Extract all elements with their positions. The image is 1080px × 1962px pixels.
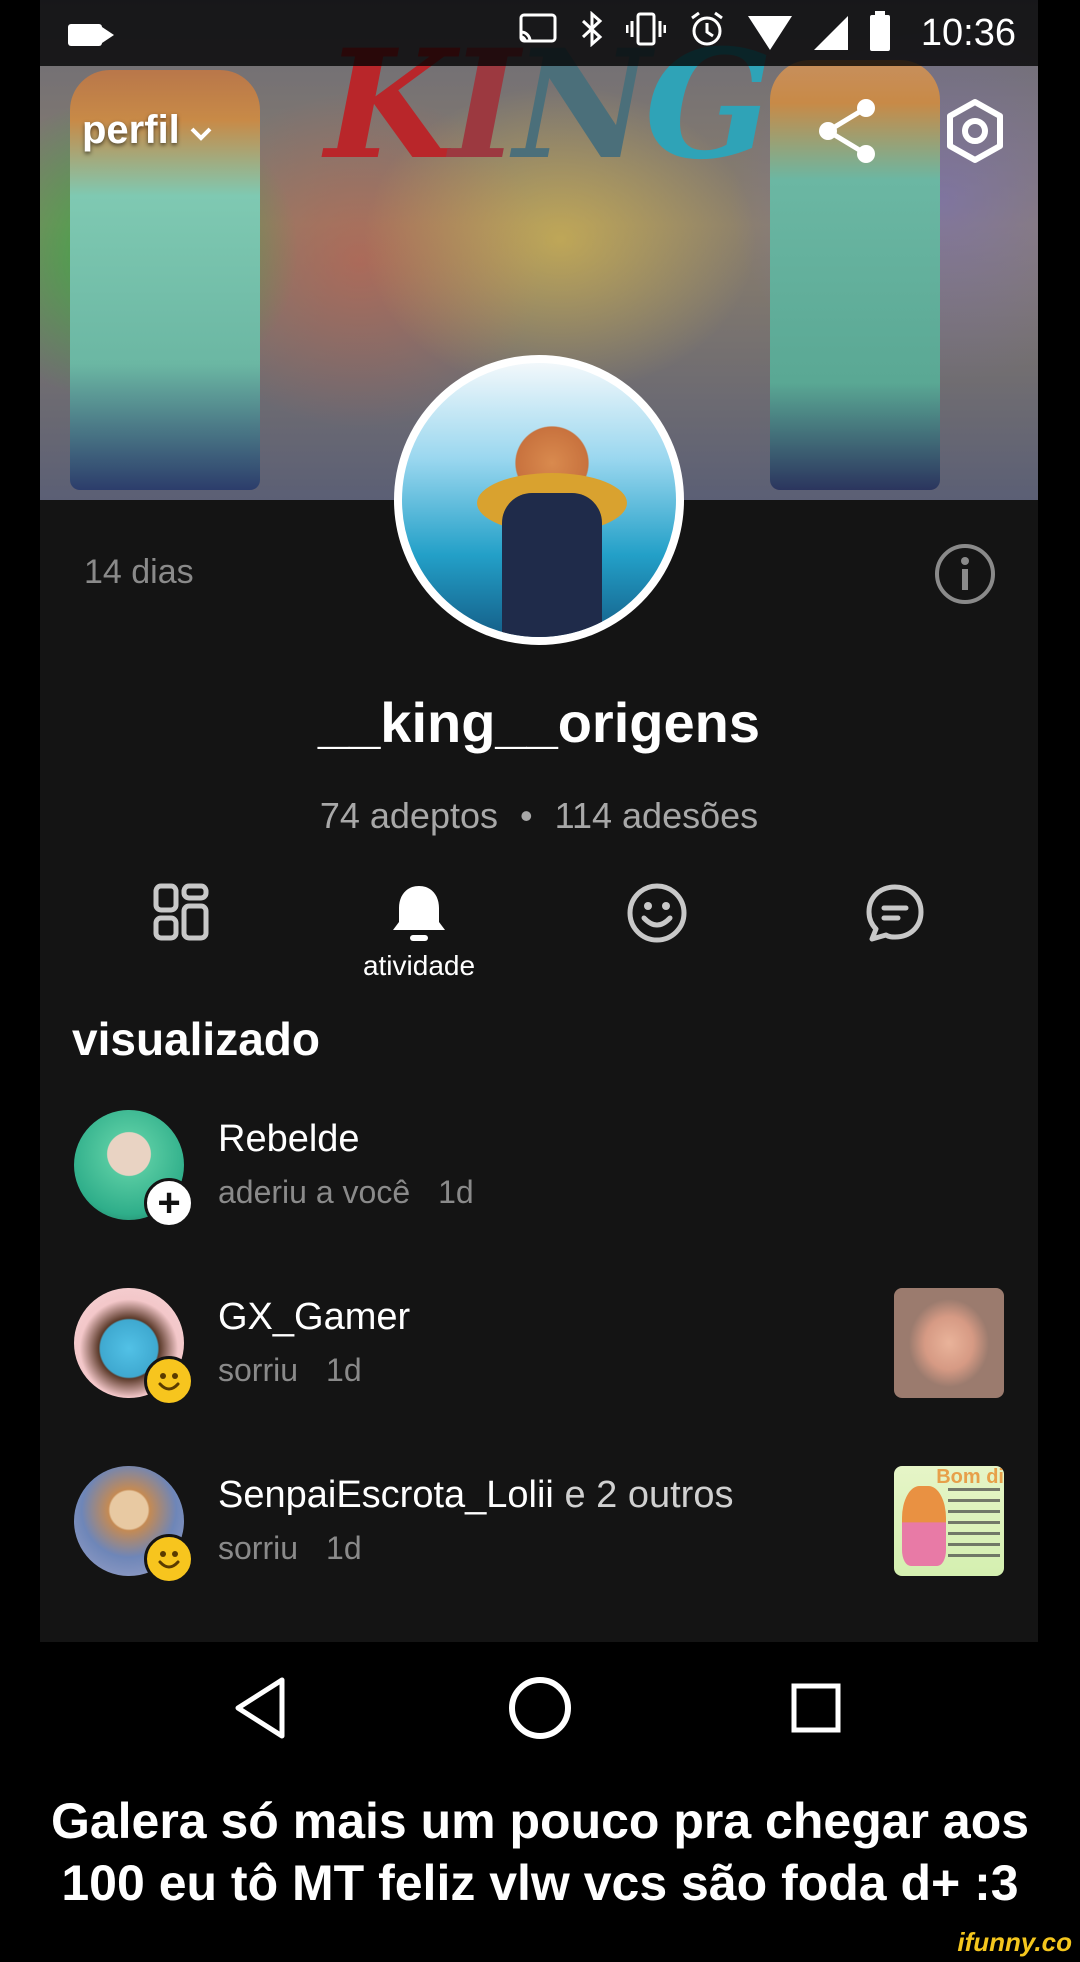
- tab-posts[interactable]: [116, 880, 246, 1000]
- chat-icon: [866, 884, 924, 942]
- activity-description: sorriu 1d: [218, 1352, 362, 1388]
- meme-caption: Galera só mais um pouco pra chegar aos 1…: [0, 1790, 1080, 1914]
- followers-count[interactable]: 74 adeptos: [320, 795, 498, 836]
- recents-icon[interactable]: [776, 1668, 856, 1748]
- activity-item[interactable]: + Rebelde aderiu a você 1d: [40, 1108, 1038, 1228]
- status-bar: 10:36: [40, 0, 1038, 66]
- vibrate-icon: [625, 11, 667, 56]
- share-icon[interactable]: [808, 92, 886, 170]
- watermark-logo: ifunny.co: [957, 1927, 1072, 1957]
- activity-description: aderiu a você 1d: [218, 1174, 474, 1210]
- info-icon[interactable]: [933, 542, 997, 606]
- activity-time: 1d: [438, 1174, 474, 1210]
- post-thumbnail[interactable]: [894, 1288, 1004, 1398]
- tab-comments[interactable]: [830, 880, 960, 1000]
- activity-user-name: Rebelde: [218, 1118, 360, 1160]
- caption-line-2: 100 eu tô MT feliz vlw vcs são foda d+ :…: [61, 1855, 1019, 1911]
- tab-activity-label: atividade: [362, 950, 476, 981]
- activity-user-name: SenpaiEscrota_Lolii e 2 outros: [218, 1474, 734, 1516]
- bell-icon: [393, 886, 445, 941]
- bluetooth-icon: [580, 10, 604, 56]
- section-title: visualizado: [72, 1013, 320, 1065]
- thumbnail-text-lines: [948, 1488, 1000, 1564]
- status-icons: [518, 10, 890, 56]
- post-thumbnail[interactable]: Bom di: [894, 1466, 1004, 1576]
- navigation-bar: [0, 1642, 1080, 1772]
- status-time: 10:36: [920, 12, 1016, 54]
- profile-menu-label: perfil: [82, 108, 180, 152]
- stats-separator: •: [520, 795, 533, 836]
- member-days: 14 dias: [84, 553, 194, 591]
- chevron-down-icon: [190, 120, 212, 148]
- phone-screen: KING 10:36 perfil 14 dias __king__origen…: [40, 0, 1038, 1642]
- battery-icon: [870, 11, 890, 51]
- profile-menu-button[interactable]: perfil: [82, 108, 212, 153]
- tab-reactions[interactable]: [592, 880, 722, 1000]
- grid-icon: [153, 883, 209, 941]
- video-icon: [68, 24, 114, 46]
- activity-user-name: GX_Gamer: [218, 1296, 411, 1338]
- thumbnail-fox-art: [902, 1486, 946, 1566]
- activity-item[interactable]: GX_Gamer sorriu 1d: [40, 1286, 1038, 1406]
- activity-description: sorriu 1d: [218, 1530, 362, 1566]
- settings-icon[interactable]: [940, 96, 1010, 166]
- cast-icon: [518, 12, 558, 55]
- avatar-art-body: [502, 493, 602, 637]
- activity-item[interactable]: SenpaiEscrota_Lolii e 2 outros sorriu 1d …: [40, 1464, 1038, 1584]
- smile-badge-icon: [144, 1534, 194, 1584]
- following-count[interactable]: 114 adesões: [555, 795, 759, 836]
- plus-icon: +: [144, 1178, 194, 1228]
- caption-line-1: Galera só mais um pouco pra chegar aos: [50, 1793, 1030, 1849]
- profile-avatar[interactable]: [394, 355, 684, 645]
- back-icon[interactable]: [222, 1668, 302, 1748]
- smile-icon: [627, 883, 687, 943]
- smile-badge-icon: [144, 1356, 194, 1406]
- profile-stats: 74 adeptos • 114 adesões: [40, 795, 1038, 837]
- activity-time: 1d: [326, 1530, 362, 1566]
- alarm-icon: [688, 10, 726, 57]
- activity-time: 1d: [326, 1352, 362, 1388]
- activity-others: e 2 outros: [564, 1474, 734, 1516]
- signal-icon: [814, 16, 848, 50]
- thumbnail-text: Bom di: [936, 1466, 1004, 1488]
- home-icon[interactable]: [500, 1668, 580, 1748]
- tab-activity[interactable]: atividade: [354, 880, 484, 1000]
- profile-username: __king__origens: [318, 691, 760, 754]
- wifi-icon: [748, 16, 792, 50]
